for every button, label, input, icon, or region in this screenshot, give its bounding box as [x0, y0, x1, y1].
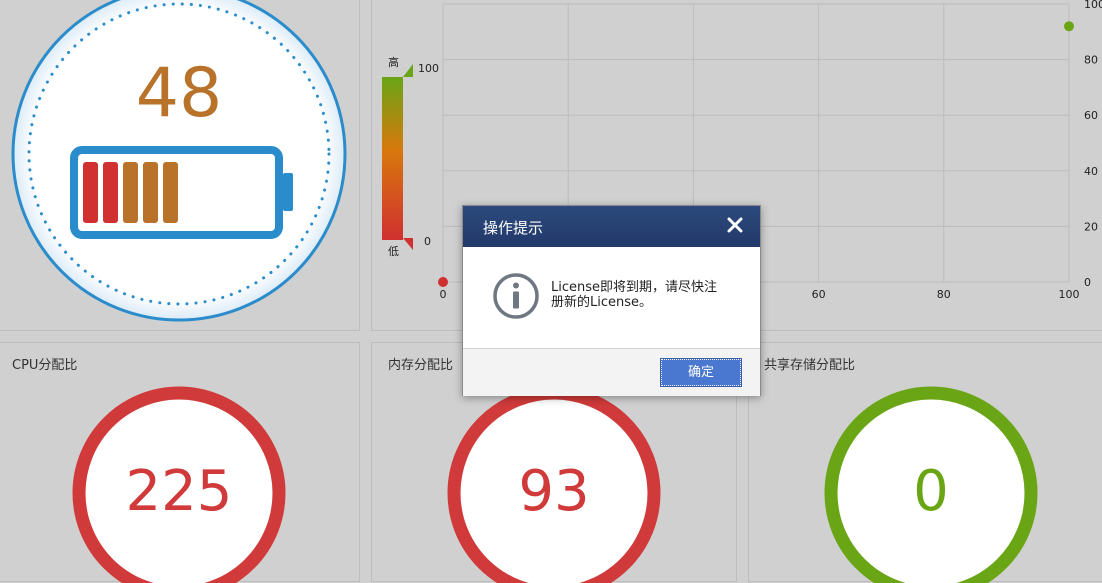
close-icon[interactable]: [724, 214, 746, 236]
dialog-footer: 确定: [463, 348, 760, 396]
dialog-header: 操作提示: [463, 206, 760, 247]
notice-dialog: 操作提示 License即将到期，请尽快注 册新的License。 确定: [462, 205, 761, 396]
dialog-message-line1: License即将到期，请尽快注: [551, 280, 718, 295]
ok-button[interactable]: 确定: [660, 358, 742, 387]
dialog-message: License即将到期，请尽快注 册新的License。: [551, 280, 741, 310]
dialog-message-line2: 册新的License。: [551, 295, 653, 310]
dialog-title: 操作提示: [483, 219, 544, 237]
info-icon: [493, 273, 539, 319]
